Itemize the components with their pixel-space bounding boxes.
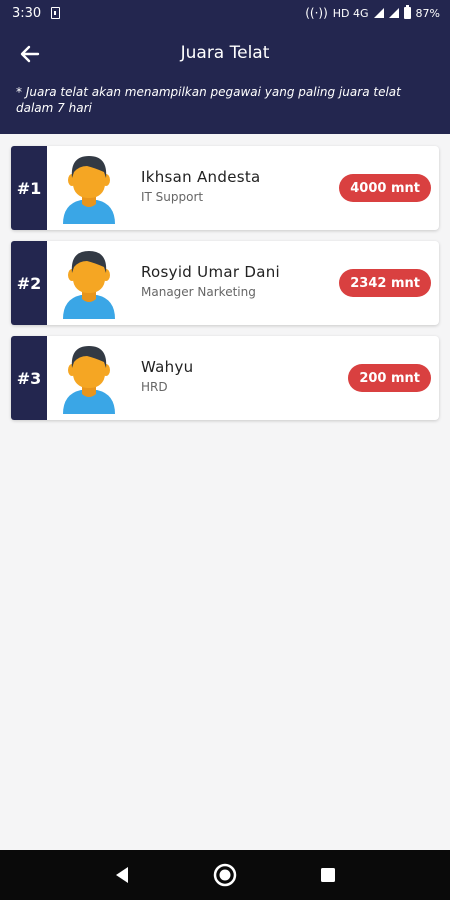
sim-card-icon [51, 7, 61, 19]
signal-icon [373, 8, 384, 18]
person-avatar-icon [63, 251, 115, 319]
nav-recents-button[interactable] [313, 860, 343, 890]
signal-icon-2 [388, 8, 399, 18]
notice-text: * Juara telat akan menampilkan pegawai y… [16, 85, 401, 115]
triangle-back-icon [115, 867, 128, 883]
wifi-calling-icon: ((·)) [305, 6, 328, 20]
employee-name: Ikhsan Andesta [141, 168, 261, 186]
employee-name: Wahyu [141, 358, 194, 376]
employee-name: Rosyid Umar Dani [141, 263, 281, 281]
ranking-list: #1 Ikhsan Andesta IT Support 4000 mnt #2… [11, 146, 439, 431]
battery-icon [403, 5, 411, 19]
rank-number: #3 [11, 336, 47, 420]
late-minutes-badge: 200 mnt [348, 364, 431, 392]
person-avatar-icon [63, 346, 115, 414]
ranking-card-3[interactable]: #3 Wahyu HRD 200 mnt [11, 336, 439, 420]
status-bar: 3:30 ((·)) HD 4G 87% [0, 0, 450, 26]
app-bar: Juara Telat * Juara telat akan menampilk… [0, 26, 450, 134]
status-time: 3:30 [12, 5, 42, 21]
late-minutes-badge: 4000 mnt [339, 174, 431, 202]
ranking-card-1[interactable]: #1 Ikhsan Andesta IT Support 4000 mnt [11, 146, 439, 230]
rank-number: #2 [11, 241, 47, 325]
page-title: Juara Telat [180, 43, 270, 63]
nav-home-button[interactable] [210, 860, 240, 890]
ranking-card-2[interactable]: #2 Rosyid Umar Dani Manager Narketing 23… [11, 241, 439, 325]
employee-job: HRD [141, 380, 168, 394]
network-label: HD 4G [332, 6, 369, 20]
rank-number: #1 [11, 146, 47, 230]
late-minutes-badge: 2342 mnt [339, 269, 431, 297]
square-recents-icon [321, 868, 336, 882]
employee-job: IT Support [141, 190, 204, 204]
nav-back-button[interactable] [107, 860, 137, 890]
employee-job: Manager Narketing [141, 285, 256, 299]
circle-home-icon [213, 863, 237, 887]
system-navigation-bar [0, 850, 450, 900]
person-avatar-icon [63, 156, 115, 224]
battery-percent: 87% [415, 6, 440, 20]
